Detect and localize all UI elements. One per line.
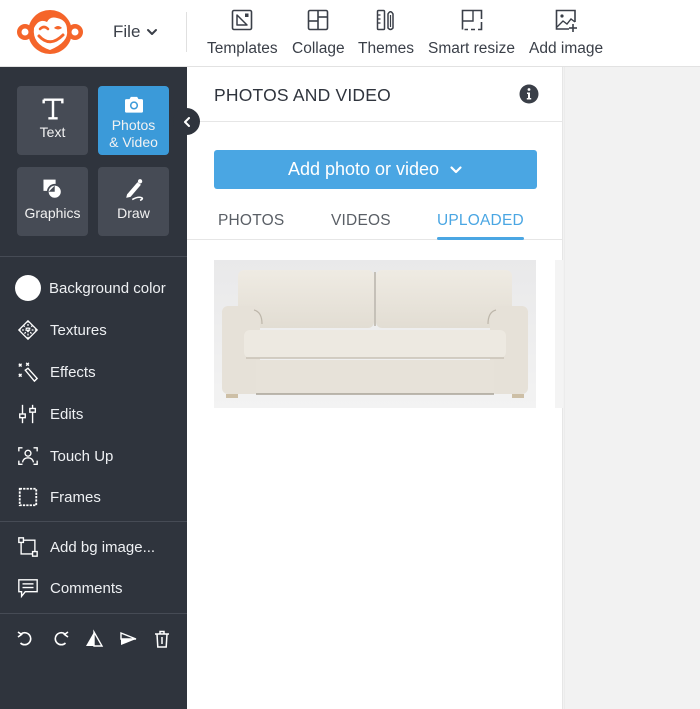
smart-resize-label: Smart resize bbox=[428, 40, 515, 57]
collage-button[interactable]: Collage bbox=[292, 6, 345, 60]
sidebar-item-label: Frames bbox=[50, 488, 101, 506]
themes-label: Themes bbox=[358, 40, 414, 57]
sidebar-item-label: Effects bbox=[50, 363, 96, 381]
tab-uploaded[interactable]: UPLOADED bbox=[437, 212, 524, 230]
touch-up-icon bbox=[16, 444, 40, 468]
add-bg-image-icon bbox=[16, 535, 40, 559]
add-image-label: Add image bbox=[529, 40, 604, 57]
sidebar-item-effects[interactable]: Effects bbox=[16, 359, 96, 385]
templates-icon bbox=[232, 9, 253, 31]
textures-icon bbox=[16, 318, 40, 342]
tab-photos-video-label-line1: Photos bbox=[111, 117, 156, 133]
tab-text-label: Text bbox=[39, 124, 66, 140]
frames-icon bbox=[16, 485, 40, 509]
left-sidebar: Text Photos & Video Graphics Draw Backgr… bbox=[0, 67, 187, 709]
sidebar-item-label: Add bg image... bbox=[50, 538, 156, 556]
tab-photos-video[interactable]: Photos & Video bbox=[98, 86, 169, 155]
undo-icon[interactable] bbox=[16, 629, 36, 649]
collage-icon bbox=[307, 9, 329, 31]
sidebar-item-frames[interactable]: Frames bbox=[16, 484, 101, 510]
tab-photos-video-label-line2: & Video bbox=[109, 134, 158, 150]
tab-draw-label: Draw bbox=[117, 205, 150, 221]
tab-text[interactable]: Text bbox=[17, 86, 88, 155]
top-toolbar: File Templates Collage Themes Smart resi… bbox=[0, 0, 700, 67]
add-photo-or-video-label: Add photo or video bbox=[287, 159, 440, 179]
sidebar-item-label: Touch Up bbox=[50, 447, 114, 465]
redo-icon[interactable] bbox=[50, 629, 70, 649]
tab-draw[interactable]: Draw bbox=[98, 167, 169, 236]
themes-icon bbox=[376, 9, 394, 31]
tab-photos[interactable]: PHOTOS bbox=[218, 212, 284, 230]
sofa-photo bbox=[214, 260, 536, 408]
sidebar-item-add-bg-image[interactable]: Add bg image... bbox=[16, 534, 155, 560]
panel-header: PHOTOS AND VIDEO bbox=[187, 67, 563, 122]
draw-icon bbox=[119, 175, 149, 205]
camera-icon bbox=[119, 93, 149, 117]
sidebar-divider bbox=[0, 613, 187, 614]
panel-title: PHOTOS AND VIDEO bbox=[214, 85, 391, 105]
background-color-swatch bbox=[15, 275, 41, 301]
smart-resize-button[interactable]: Smart resize bbox=[428, 6, 515, 60]
active-tab-indicator bbox=[437, 237, 524, 240]
collage-label: Collage bbox=[292, 40, 345, 57]
chevron-down-icon bbox=[450, 165, 462, 173]
tab-graphics[interactable]: Graphics bbox=[17, 167, 88, 236]
uploaded-image-thumbnail[interactable] bbox=[214, 260, 536, 408]
sidebar-item-touch-up[interactable]: Touch Up bbox=[16, 443, 113, 469]
comments-icon bbox=[16, 576, 40, 600]
sidebar-item-background-color[interactable]: Background color bbox=[15, 275, 166, 301]
sidebar-item-label: Edits bbox=[50, 405, 84, 423]
flip-vertical-icon[interactable] bbox=[118, 629, 138, 649]
file-menu-label: File bbox=[113, 22, 141, 41]
edits-icon bbox=[16, 402, 40, 426]
graphics-icon bbox=[38, 175, 68, 205]
file-menu-button[interactable]: File bbox=[113, 22, 158, 42]
flip-horizontal-icon[interactable] bbox=[84, 629, 104, 649]
effects-icon bbox=[16, 360, 40, 384]
add-image-icon bbox=[555, 9, 578, 32]
monkey-logo-icon[interactable] bbox=[17, 8, 83, 56]
text-icon bbox=[38, 94, 68, 124]
add-photo-or-video-button[interactable]: Add photo or video bbox=[214, 150, 537, 189]
media-tabs: PHOTOS VIDEOS UPLOADED bbox=[187, 207, 563, 240]
tab-videos[interactable]: VIDEOS bbox=[331, 212, 391, 230]
toolbar-divider bbox=[186, 12, 187, 52]
templates-label: Templates bbox=[207, 40, 278, 57]
collapse-panel-button[interactable] bbox=[173, 108, 200, 135]
add-image-button[interactable]: Add image bbox=[529, 6, 603, 60]
next-thumbnail-edge bbox=[555, 260, 563, 408]
photos-video-panel: PHOTOS AND VIDEO Add photo or video PHOT… bbox=[187, 67, 563, 709]
sidebar-item-edits[interactable]: Edits bbox=[16, 401, 83, 427]
sidebar-item-label: Comments bbox=[50, 579, 123, 597]
themes-button[interactable]: Themes bbox=[358, 6, 414, 60]
chevron-down-icon bbox=[147, 29, 158, 35]
sidebar-item-comments[interactable]: Comments bbox=[16, 575, 123, 601]
sidebar-item-textures[interactable]: Textures bbox=[16, 317, 107, 343]
trash-icon[interactable] bbox=[152, 629, 172, 649]
canvas-workspace[interactable] bbox=[564, 67, 700, 709]
templates-button[interactable]: Templates bbox=[207, 6, 278, 60]
sidebar-divider bbox=[0, 256, 187, 257]
tab-graphics-label: Graphics bbox=[24, 205, 81, 221]
sidebar-item-label: Textures bbox=[50, 321, 107, 339]
sidebar-bottom-actions bbox=[16, 629, 172, 649]
smart-resize-icon bbox=[461, 9, 482, 31]
sidebar-divider bbox=[0, 521, 187, 522]
sidebar-item-label: Background color bbox=[49, 279, 166, 297]
chevron-left-icon bbox=[183, 116, 190, 127]
info-icon[interactable] bbox=[519, 84, 539, 104]
